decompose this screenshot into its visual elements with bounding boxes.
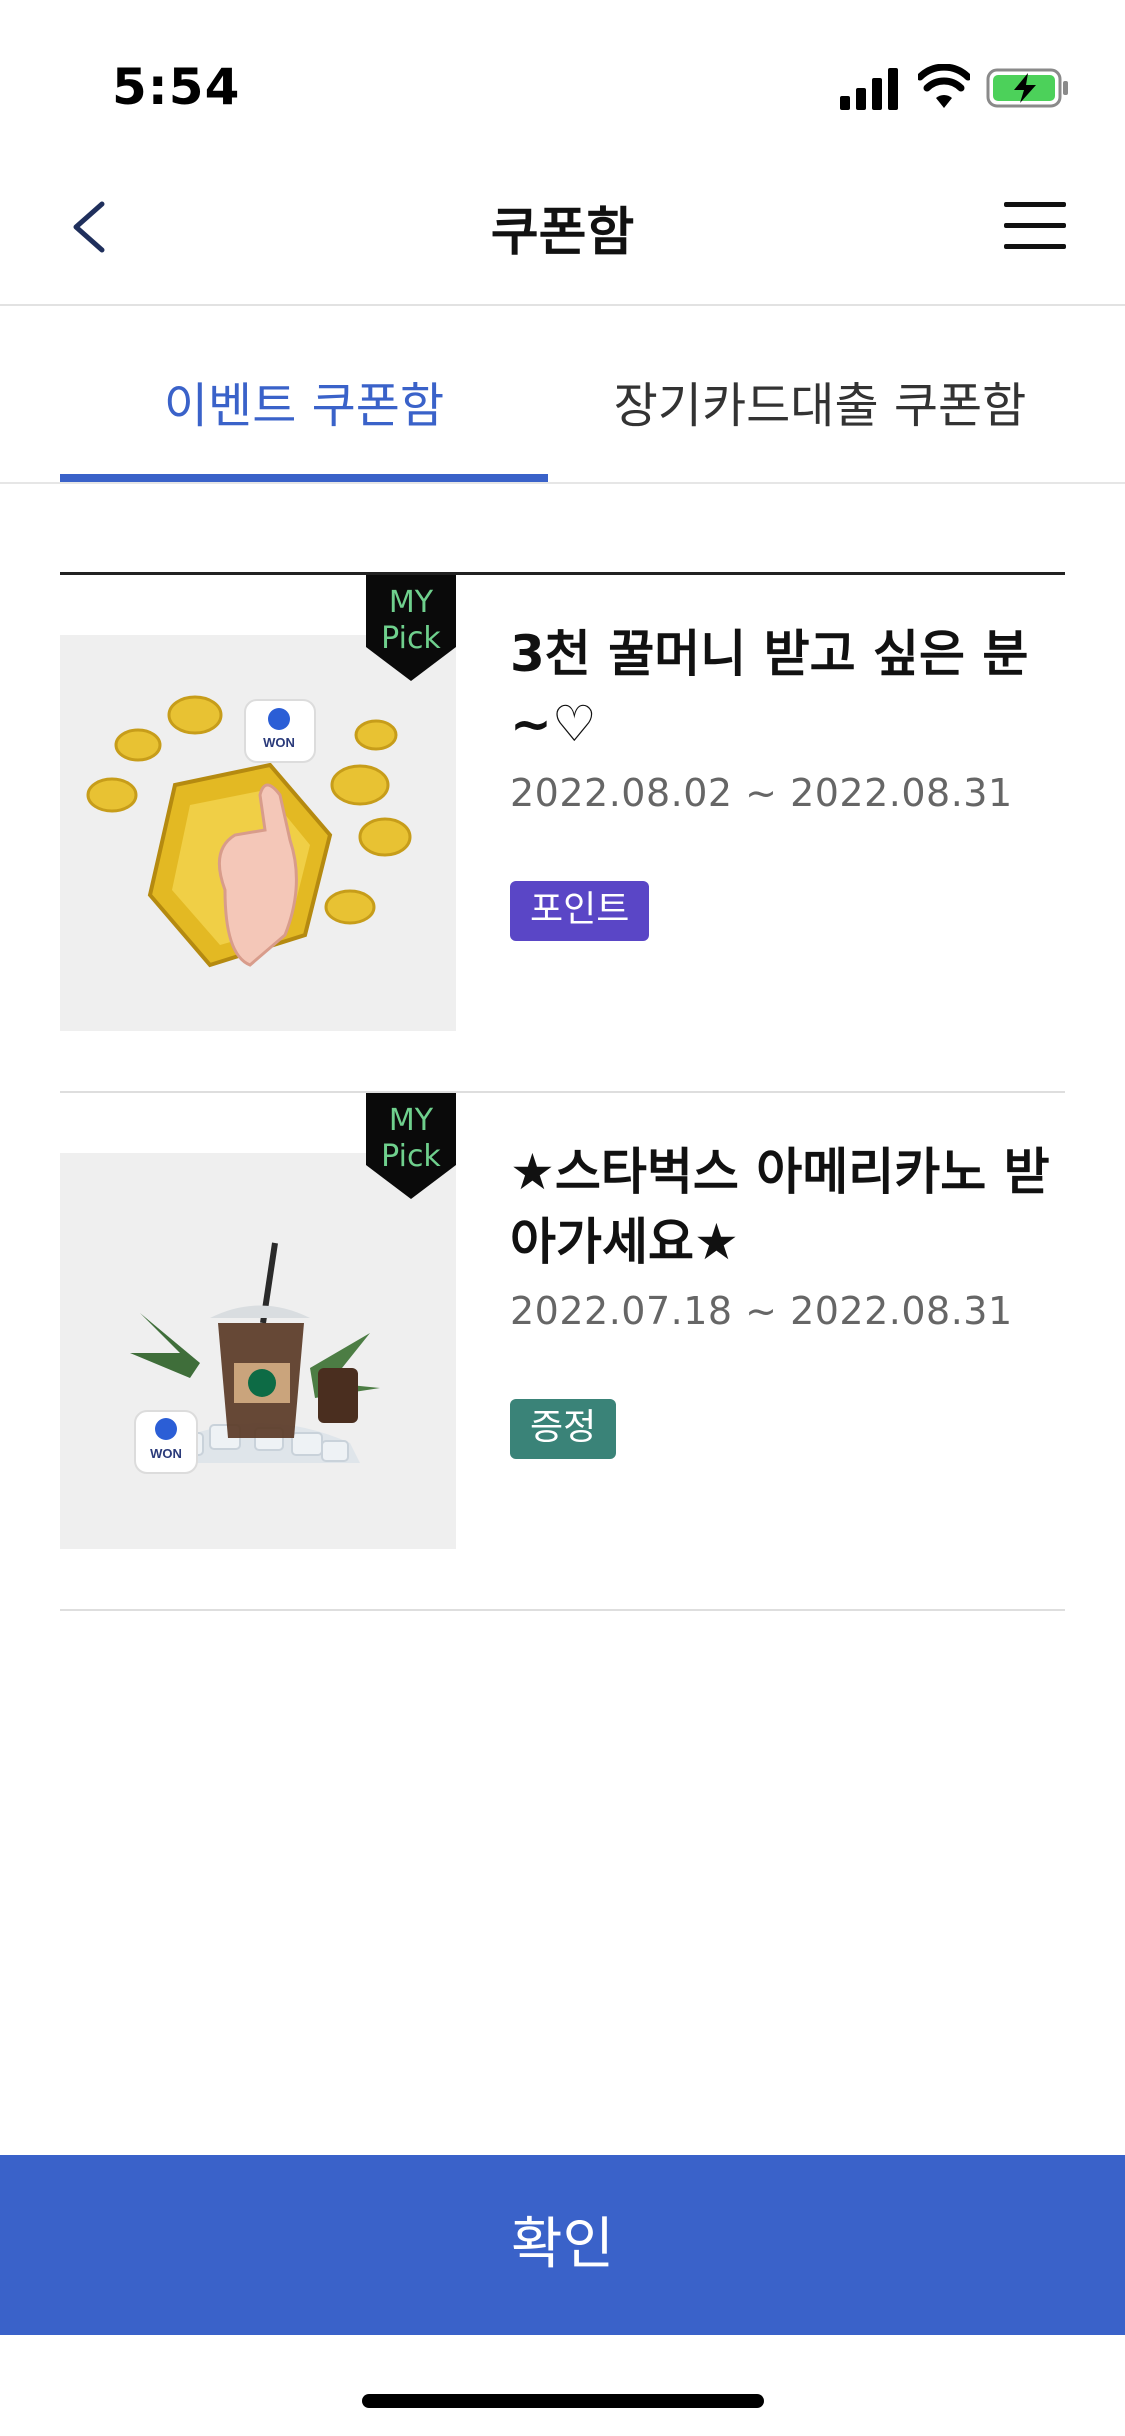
tab-bar: 이벤트 쿠폰함 장기카드대출 쿠폰함: [0, 306, 1125, 484]
mypick-line-2: Pick: [381, 1139, 441, 1174]
coupon-item[interactable]: WON MY Pick 3천 꿀머니 받고 싶은 분~♡ 2022.08.02 …: [60, 575, 1065, 1093]
page-title: 쿠폰함: [490, 203, 635, 263]
hamburger-menu-icon[interactable]: [1000, 198, 1070, 254]
coupon-date-range: 2022.08.02 ~ 2022.08.31: [510, 771, 1013, 815]
confirm-button[interactable]: 확인: [0, 2155, 1125, 2335]
points-coin-hand-image: WON: [60, 635, 456, 1031]
mypick-line-1: MY: [388, 585, 434, 620]
coupon-date-range: 2022.07.18 ~ 2022.08.31: [510, 1289, 1013, 1333]
coupon-title: 3천 꿀머니 받고 싶은 분~♡: [510, 625, 1029, 753]
mypick-label: MY Pick: [366, 585, 456, 657]
coupon-item[interactable]: WON MY Pick ★스타벅스 아메리카노 받아가세요★ 2022.07.1…: [60, 1093, 1065, 1611]
mypick-ribbon: MY Pick: [366, 575, 456, 681]
svg-text:WON: WON: [263, 735, 295, 750]
mypick-ribbon: MY Pick: [366, 1093, 456, 1199]
wifi-icon: [918, 64, 970, 108]
coupon-type-badge: 증정: [510, 1399, 617, 1459]
coupon-type-badge: 포인트: [510, 881, 650, 941]
active-tab-indicator: [60, 474, 548, 482]
svg-text:WON: WON: [150, 1446, 182, 1461]
starbucks-iced-coffee-image: WON: [60, 1153, 456, 1549]
mypick-label: MY Pick: [366, 1103, 456, 1175]
tab-long-term-loan-coupons[interactable]: 장기카드대출 쿠폰함: [560, 366, 1080, 436]
home-indicator[interactable]: [362, 2394, 764, 2408]
coupon-thumbnail-starbucks: WON: [60, 1153, 456, 1549]
status-time: 5:54: [112, 58, 241, 116]
cellular-signal-icon: [840, 68, 898, 110]
mypick-line-2: Pick: [381, 621, 441, 656]
battery-charging-icon: [986, 68, 1068, 108]
coupon-thumbnail-points: WON: [60, 635, 456, 1031]
tab-event-coupons[interactable]: 이벤트 쿠폰함: [60, 366, 548, 436]
coupon-divider: [60, 1609, 1065, 1611]
mypick-line-1: MY: [388, 1103, 434, 1138]
nav-bar: 쿠폰함: [0, 150, 1125, 306]
coupon-title: ★스타벅스 아메리카노 받아가세요★: [510, 1143, 1050, 1271]
status-bar: 5:54: [0, 0, 1125, 150]
